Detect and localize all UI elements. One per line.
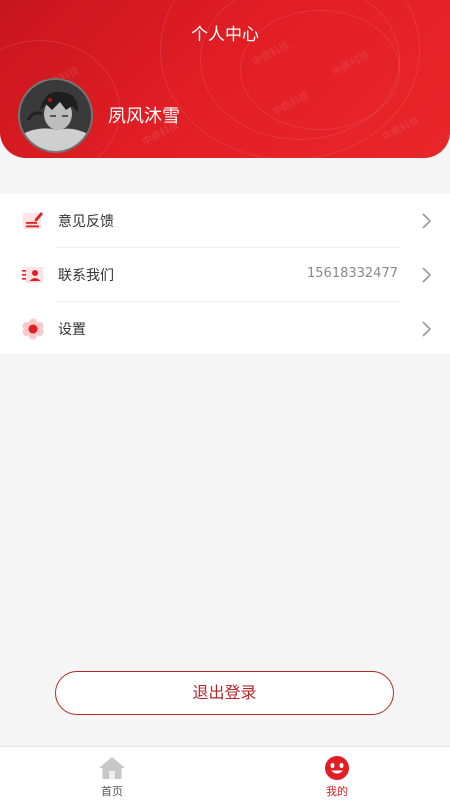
feedback-icon [23,212,43,229]
settings-menu: 意见反馈 联系我们 15618332477 设置 [0,194,450,354]
menu-item-feedback[interactable]: 意见反馈 [0,194,450,247]
logout-button[interactable]: 退出登录 [55,671,394,715]
tab-label: 我的 [326,785,348,798]
page-title: 个人中心 [191,25,259,45]
username: 夙风沐雪 [108,106,180,127]
chevron-right-icon [422,321,432,337]
menu-item-label: 联系我们 [58,268,114,284]
avatar[interactable] [18,78,93,153]
chevron-right-icon [422,213,432,229]
tab-mine[interactable]: 我的 [297,747,377,800]
menu-item-settings[interactable]: 设置 [0,302,450,355]
tab-home[interactable]: 首页 [72,747,152,800]
bottom-tab-bar: 首页 我的 [0,746,450,800]
settings-flower-icon [22,318,44,340]
chevron-right-icon [422,267,432,283]
menu-item-contact[interactable]: 联系我们 15618332477 [0,248,450,301]
contact-card-icon [22,267,43,283]
menu-item-label: 设置 [58,322,86,338]
tab-label: 首页 [101,785,123,798]
smiley-icon [325,756,349,780]
menu-item-label: 意见反馈 [58,214,114,230]
home-icon [99,757,125,779]
phone-number: 15618332477 [307,266,398,281]
profile-header: 中鼎科技 中鼎科技 中鼎科技 中鼎科技 中鼎科技 中鼎科技 个人中心 夙风沐雪 [0,0,450,158]
